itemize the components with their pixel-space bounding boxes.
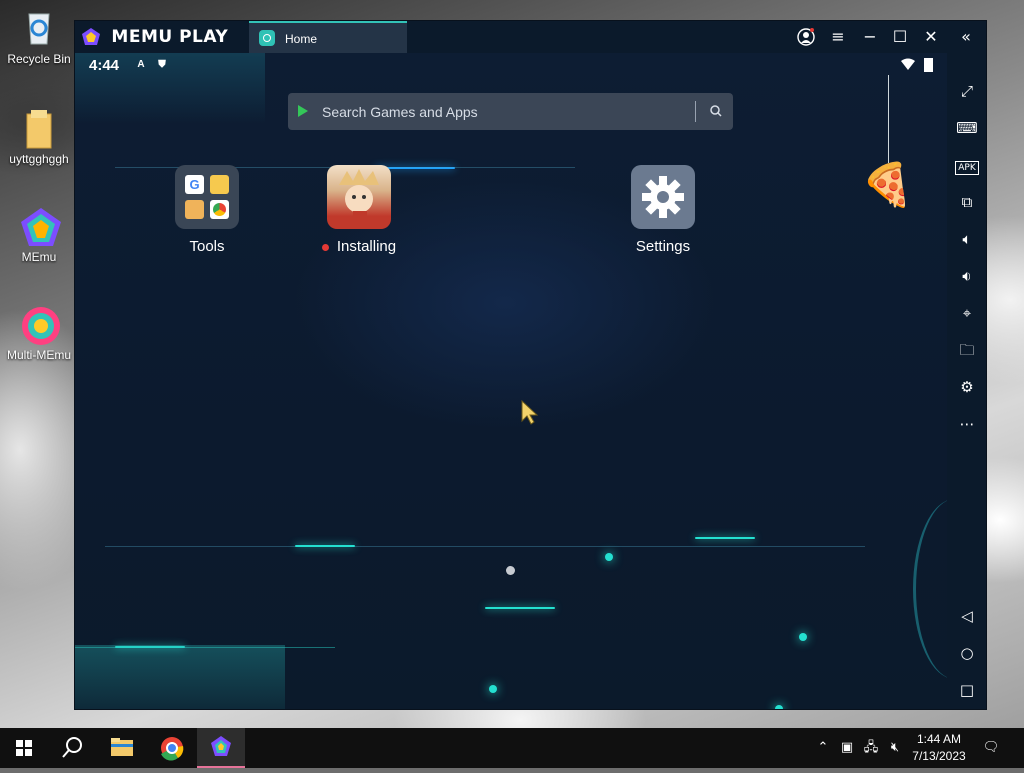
tray-security-icon[interactable]: ▣ <box>837 738 857 758</box>
installing-indicator <box>321 243 329 251</box>
page-indicator <box>506 566 515 575</box>
android-screen[interactable]: 4:44 A ⛊ 🍕 Search Games and Apps G Tools <box>75 53 947 709</box>
shield-icon: ⛊ <box>158 59 166 70</box>
app-installing[interactable]: Installing <box>299 165 419 255</box>
file-explorer-icon[interactable] <box>98 728 146 768</box>
home-icon[interactable]: ○ <box>955 641 979 665</box>
decor-glow <box>295 545 355 547</box>
title-bar[interactable]: MEMU PLAY Home ≡ − ☐ ✕ « <box>75 21 986 53</box>
pizza-icon: 🍕 <box>861 161 914 208</box>
mouse-cursor-icon <box>521 399 539 425</box>
volume-down-icon[interactable]: 🔉︎ <box>955 264 979 288</box>
home-tab-icon <box>259 30 275 46</box>
volume-muted-icon[interactable]: 🔇︎ <box>885 738 905 758</box>
windows-start-icon[interactable] <box>0 728 48 768</box>
decor-panel <box>75 645 285 709</box>
settings-icon[interactable]: ⚙ <box>955 375 979 399</box>
decor-glow <box>485 607 555 609</box>
memu-icon[interactable] <box>197 728 245 768</box>
battery-icon <box>924 58 933 72</box>
decor-dot <box>775 705 783 709</box>
apk-label: APK <box>955 161 979 175</box>
desktop-icon-recycle-bin[interactable]: Recycle Bin <box>3 8 75 66</box>
clock-date: 7/13/2023 <box>912 749 966 763</box>
location-icon[interactable]: ⌖ <box>955 301 979 325</box>
folder-icon <box>19 108 59 149</box>
decor-dot <box>489 685 497 693</box>
wifi-icon <box>901 58 915 70</box>
multi-memu-icon <box>19 304 60 345</box>
app-settings[interactable]: Settings <box>623 165 703 255</box>
brand-name: MEMU PLAY <box>111 27 229 47</box>
minimize-icon[interactable]: − <box>857 25 883 49</box>
settings-gear-icon <box>631 165 695 229</box>
tab-label: Home <box>285 32 318 46</box>
desktop-icon-label: Multi-MEmu <box>6 348 71 362</box>
app-label: Installing <box>336 238 397 255</box>
app-tools[interactable]: G Tools <box>167 165 247 255</box>
search-separator <box>695 101 696 122</box>
close-icon[interactable]: ✕ <box>918 25 944 49</box>
memu-window: MEMU PLAY Home ≡ − ☐ ✕ « 4:44 A ⛊ 🍕 Sear… <box>74 20 987 710</box>
app-label: Settings <box>635 238 691 255</box>
desktop-icon-multi-memu[interactable]: Multi-MEmu <box>3 304 75 362</box>
desktop-icon-label: uyttgghggh <box>9 152 69 166</box>
chrome-icon[interactable] <box>148 728 196 768</box>
recycle-bin-icon <box>19 8 59 48</box>
app-label-row: Installing <box>299 238 419 255</box>
recents-icon[interactable]: □ <box>955 678 979 702</box>
search-placeholder: Search Games and Apps <box>322 104 478 120</box>
decor-glow <box>695 537 755 539</box>
desktop-icon-label: MEmu <box>21 250 57 264</box>
decor-dot <box>799 633 807 641</box>
tool-sidebar: ⤢ ⌨ APK ⧉ 🔈︎ 🔉︎ ⌖ 🗀 ⚙ ⋯ ◁ ○ □ <box>947 53 986 709</box>
clock-time: 1:44 AM <box>916 732 962 746</box>
memu-logo-icon <box>82 28 100 45</box>
decor-arc <box>913 499 947 679</box>
apk-icon[interactable]: APK <box>955 153 979 177</box>
desktop-icon-folder[interactable]: uyttgghggh <box>3 108 75 166</box>
search-icon[interactable] <box>48 728 96 768</box>
taskbar-clock[interactable]: 1:44 AM 7/13/2023 <box>905 731 973 765</box>
notifications-icon[interactable]: 🗨︎ <box>981 738 1001 758</box>
decor-dot <box>605 553 613 561</box>
search-bar[interactable]: Search Games and Apps <box>288 93 733 130</box>
taskbar: ⌃ ▣ 🖧 🔇︎ 1:44 AM 7/13/2023 🗨︎ <box>0 728 1024 768</box>
status-time: 4:44 <box>89 57 120 74</box>
tab-home[interactable]: Home <box>249 21 407 53</box>
menu-icon[interactable]: ≡ <box>825 25 851 49</box>
notification-a-icon: A <box>137 59 145 70</box>
user-icon[interactable] <box>793 25 819 49</box>
multi-window-icon[interactable]: ⧉ <box>955 190 979 214</box>
maximize-icon[interactable]: ☐ <box>887 25 913 49</box>
search-icon[interactable] <box>708 103 724 119</box>
volume-up-icon[interactable]: 🔈︎ <box>955 227 979 251</box>
decor-string <box>888 75 889 163</box>
memu-icon <box>19 206 61 246</box>
tray-chevron-icon[interactable]: ⌃ <box>813 738 833 758</box>
more-icon[interactable]: ⋯ <box>955 412 979 436</box>
game-install-icon <box>327 165 391 229</box>
back-icon[interactable]: ◁ <box>955 604 979 628</box>
fullscreen-icon[interactable]: ⤢ <box>955 79 979 103</box>
keyboard-icon[interactable]: ⌨ <box>955 116 979 140</box>
memu-brand: MEMU PLAY <box>81 27 228 47</box>
folder-icon[interactable]: 🗀 <box>955 338 979 362</box>
decor-line <box>105 546 865 547</box>
collapse-icon[interactable]: « <box>953 25 979 49</box>
desktop-icon-label: Recycle Bin <box>7 52 71 66</box>
app-label: Tools <box>189 238 225 255</box>
network-icon[interactable]: 🖧 <box>861 738 881 758</box>
tools-folder-icon: G <box>175 165 239 229</box>
desktop-icon-memu[interactable]: MEmu <box>3 206 75 264</box>
play-store-icon <box>298 105 308 117</box>
